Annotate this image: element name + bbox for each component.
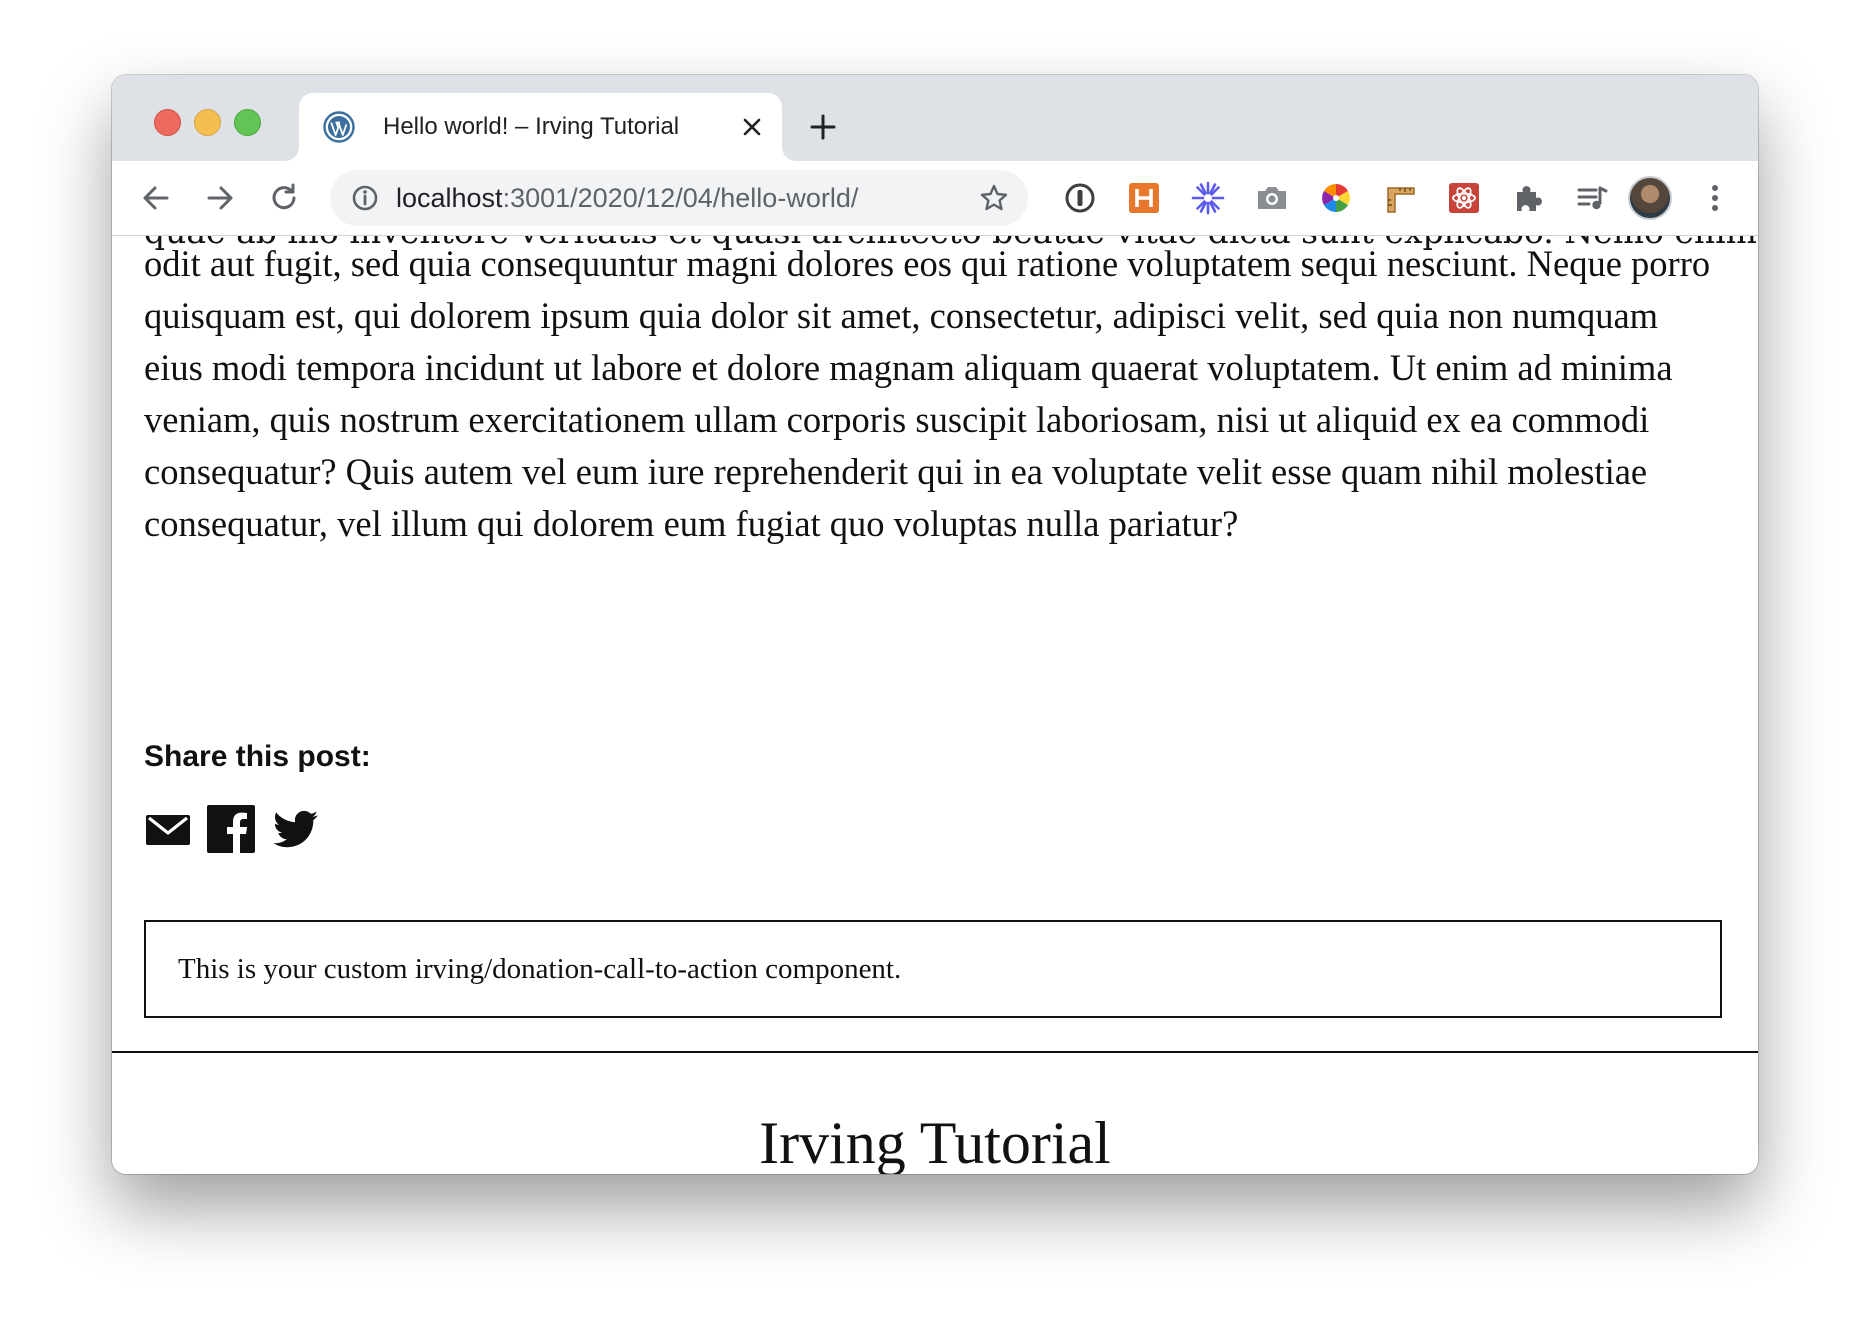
reload-icon[interactable] <box>266 180 302 216</box>
zoom-window-button[interactable] <box>234 109 261 136</box>
wordpress-icon <box>323 111 355 143</box>
camera-icon[interactable] <box>1254 180 1290 216</box>
address-bar[interactable]: localhost:3001/2020/12/04/hello-world/ <box>330 170 1028 226</box>
url-host: localhost <box>396 183 503 213</box>
more-menu-icon[interactable] <box>1700 180 1730 216</box>
site-title[interactable]: Irving Tutorial <box>112 1113 1758 1173</box>
tab-title: Hello world! – Irving Tutorial <box>383 113 680 140</box>
browser-window: Hello world! – Irving Tutorial localhost… <box>112 75 1758 1174</box>
share-icons <box>144 804 320 854</box>
profile-avatar[interactable] <box>1628 176 1672 220</box>
cta-text: This is your custom irving/donation-call… <box>178 953 902 985</box>
facebook-icon[interactable] <box>206 804 256 854</box>
url-path: :3001/2020/12/04/hello-world/ <box>502 183 859 213</box>
close-icon[interactable] <box>736 111 768 143</box>
twitter-icon[interactable] <box>270 804 320 854</box>
color-wheel-icon[interactable] <box>1318 180 1354 216</box>
back-arrow-icon[interactable] <box>138 180 174 216</box>
page-content: quae ab illo inventore veritatis et quas… <box>112 236 1758 1174</box>
article-paragraph: odit aut fugit, sed quia consequuntur ma… <box>144 243 1711 544</box>
h-extension-icon[interactable] <box>1126 180 1162 216</box>
forward-arrow-icon[interactable] <box>202 180 238 216</box>
plus-icon[interactable] <box>805 109 841 145</box>
info-icon[interactable] <box>350 183 380 213</box>
url-text: localhost:3001/2020/12/04/hello-world/ <box>396 182 858 214</box>
1password-icon[interactable] <box>1062 180 1098 216</box>
sparkle-extension-icon[interactable] <box>1190 180 1226 216</box>
ruler-icon[interactable] <box>1382 180 1418 216</box>
donation-call-to-action: This is your custom irving/donation-call… <box>144 920 1722 1018</box>
media-queue-icon[interactable] <box>1574 180 1610 216</box>
email-icon[interactable] <box>144 804 192 854</box>
puzzle-icon[interactable] <box>1510 180 1546 216</box>
desktop: Hello world! – Irving Tutorial localhost… <box>0 0 1864 1318</box>
react-devtools-icon[interactable] <box>1446 180 1482 216</box>
minimize-window-button[interactable] <box>194 109 221 136</box>
tab-strip: Hello world! – Irving Tutorial <box>112 75 1758 161</box>
site-footer: Irving Tutorial <box>112 1051 1758 1174</box>
bookmark-star-icon[interactable] <box>978 182 1010 214</box>
share-heading: Share this post: <box>144 740 371 773</box>
browser-toolbar: localhost:3001/2020/12/04/hello-world/ <box>112 161 1758 236</box>
close-window-button[interactable] <box>154 109 181 136</box>
tab-hello-world[interactable]: Hello world! – Irving Tutorial <box>299 93 782 161</box>
